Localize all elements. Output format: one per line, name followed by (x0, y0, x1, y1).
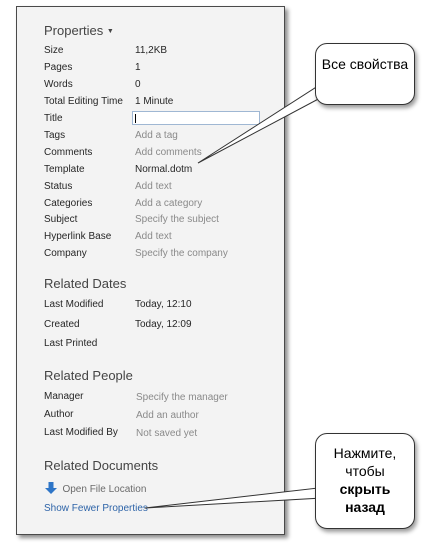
callout-top-pointer (197, 85, 325, 164)
callout-hide-back-line3: скрыть назад (339, 481, 391, 515)
callout-bottom-pointer (144, 487, 323, 509)
callout-all-properties-text: Все свойства (321, 56, 409, 72)
callout-hide-back: Нажмите, чтобы скрыть назад (315, 433, 415, 529)
callout-hide-back-line2: чтобы (345, 463, 385, 479)
callout-all-properties: Все свойства (315, 43, 415, 105)
callout-hide-back-line1: Нажмите, (333, 445, 397, 461)
